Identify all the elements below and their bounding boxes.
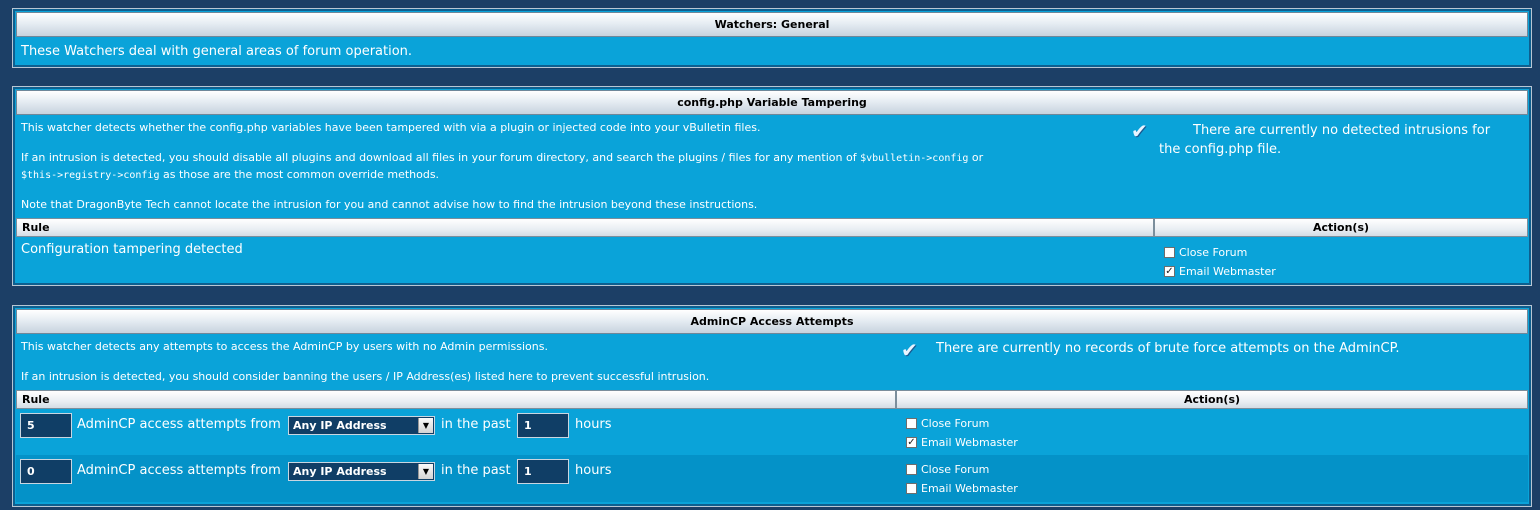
- config-close-forum-label: Close Forum: [1179, 246, 1248, 259]
- config-description-1: This watcher detects whether the config.…: [21, 121, 761, 134]
- admincp-status: There are currently no records of brute …: [936, 341, 1400, 356]
- general-description: These Watchers deal with general areas o…: [21, 44, 413, 59]
- attempt-count-input[interactable]: 5: [20, 413, 72, 438]
- email-webmaster-checkbox[interactable]: ✓: [906, 437, 917, 448]
- attempts-from-label: AdminCP access attempts from: [77, 417, 281, 432]
- close-forum-label: Close Forum: [921, 463, 990, 476]
- hours-input[interactable]: 1: [517, 459, 569, 484]
- hours-input[interactable]: 1: [517, 413, 569, 438]
- in-the-past-label: in the past: [441, 463, 511, 478]
- attempt-count-input[interactable]: 0: [20, 459, 72, 484]
- checkmark-icon: ✔: [901, 338, 918, 362]
- in-the-past-label: in the past: [441, 417, 511, 432]
- code-vbulletin-config: $vbulletin->config: [860, 153, 969, 164]
- config-close-forum-checkbox[interactable]: [1164, 247, 1175, 258]
- admincp-panel-title: AdminCP Access Attempts: [16, 309, 1528, 334]
- close-forum-checkbox[interactable]: [906, 464, 917, 475]
- admincp-panel: AdminCP Access Attempts This watcher det…: [12, 305, 1532, 507]
- ip-address-select[interactable]: Any IP Address ▼: [288, 416, 435, 435]
- hours-label: hours: [575, 417, 612, 432]
- config-panel: config.php Variable Tampering This watch…: [12, 86, 1532, 286]
- admincp-actions-header: Action(s): [896, 390, 1528, 409]
- general-panel: Watchers: General These Watchers deal wi…: [12, 8, 1532, 68]
- config-rule-text: Configuration tampering detected: [21, 242, 243, 257]
- admincp-rule-row-2: 0 AdminCP access attempts from Any IP Ad…: [16, 455, 1528, 502]
- admincp-description-1: This watcher detects any attempts to acc…: [21, 340, 548, 353]
- config-panel-title: config.php Variable Tampering: [16, 90, 1528, 115]
- email-webmaster-checkbox[interactable]: [906, 483, 917, 494]
- config-description-3: Note that DragonByte Tech cannot locate …: [21, 198, 758, 211]
- config-email-webmaster-checkbox[interactable]: ✓: [1164, 266, 1175, 277]
- admincp-rule-header: Rule: [16, 390, 896, 409]
- close-forum-checkbox[interactable]: [906, 418, 917, 429]
- config-status: There are currently no detected intrusio…: [1159, 123, 1491, 157]
- hours-label: hours: [575, 463, 612, 478]
- general-panel-title: Watchers: General: [16, 12, 1528, 37]
- checkmark-icon: ✔: [1131, 119, 1148, 143]
- config-rule-header: Rule: [16, 218, 1154, 237]
- ip-address-select[interactable]: Any IP Address ▼: [288, 462, 435, 481]
- config-actions-header: Action(s): [1154, 218, 1528, 237]
- attempts-from-label: AdminCP access attempts from: [77, 463, 281, 478]
- config-email-webmaster-label: Email Webmaster: [1179, 265, 1276, 278]
- chevron-down-icon[interactable]: ▼: [418, 418, 433, 433]
- email-webmaster-label: Email Webmaster: [921, 436, 1018, 449]
- close-forum-label: Close Forum: [921, 417, 990, 430]
- admincp-description-2: If an intrusion is detected, you should …: [21, 370, 710, 383]
- chevron-down-icon[interactable]: ▼: [418, 464, 433, 479]
- email-webmaster-label: Email Webmaster: [921, 482, 1018, 495]
- config-description-2: If an intrusion is detected, you should …: [21, 151, 984, 181]
- code-registry-config: $this->registry->config: [21, 170, 160, 181]
